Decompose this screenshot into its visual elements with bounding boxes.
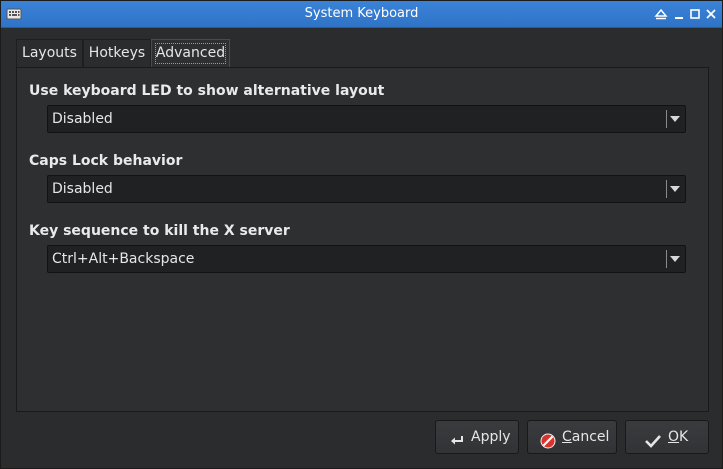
- kill-x-server-dropdown[interactable]: Ctrl+Alt+Backspace: [47, 245, 686, 273]
- dropdown-value: Disabled: [52, 111, 113, 127]
- kill-x-server-label: Key sequence to kill the X server: [29, 223, 290, 239]
- dropdown-separator: [666, 180, 667, 198]
- led-layout-dropdown[interactable]: Disabled: [47, 105, 686, 133]
- dropdown-separator: [666, 110, 667, 128]
- cancel-button[interactable]: Cancel: [527, 420, 617, 454]
- chevron-down-icon[interactable]: [670, 186, 680, 192]
- apply-button[interactable]: Apply: [435, 420, 519, 454]
- maximize-icon[interactable]: [687, 6, 703, 22]
- title-bar[interactable]: System Keyboard: [1, 1, 722, 28]
- system-keyboard-window: System Keyboard Layouts Hotkeys Advanced…: [0, 0, 723, 469]
- ok-mnemonic: O: [668, 429, 680, 445]
- chevron-down-icon[interactable]: [670, 116, 680, 122]
- tab-hotkeys[interactable]: Hotkeys: [83, 39, 151, 67]
- ok-button[interactable]: OK: [625, 420, 709, 454]
- cancel-label-rest: ancel: [571, 429, 610, 445]
- ok-label: OK: [668, 421, 688, 453]
- close-icon[interactable]: [703, 6, 719, 22]
- tab-label: Layouts: [22, 45, 77, 61]
- dropdown-value: Ctrl+Alt+Backspace: [52, 251, 195, 267]
- shade-icon[interactable]: [653, 6, 669, 22]
- dropdown-value: Disabled: [52, 181, 113, 197]
- caps-lock-label: Caps Lock behavior: [29, 153, 183, 169]
- caps-lock-dropdown[interactable]: Disabled: [47, 175, 686, 203]
- dropdown-separator: [666, 250, 667, 268]
- cancel-mnemonic: C: [562, 429, 572, 445]
- no-entry-icon: [540, 429, 556, 449]
- checkmark-icon: [644, 429, 661, 448]
- cancel-label: Cancel: [562, 421, 609, 453]
- window-title: System Keyboard: [304, 6, 419, 21]
- tab-label: Hotkeys: [88, 45, 146, 61]
- tab-layouts[interactable]: Layouts: [16, 39, 83, 67]
- focus-indicator: [155, 43, 226, 64]
- ok-label-rest: K: [679, 429, 689, 445]
- led-layout-label: Use keyboard LED to show alternative lay…: [29, 83, 385, 99]
- chevron-down-icon[interactable]: [670, 256, 680, 262]
- apply-label: Apply: [471, 429, 511, 445]
- minimize-icon[interactable]: [671, 6, 687, 22]
- enter-arrow-icon: [449, 429, 465, 445]
- tab-advanced[interactable]: Advanced: [151, 39, 230, 69]
